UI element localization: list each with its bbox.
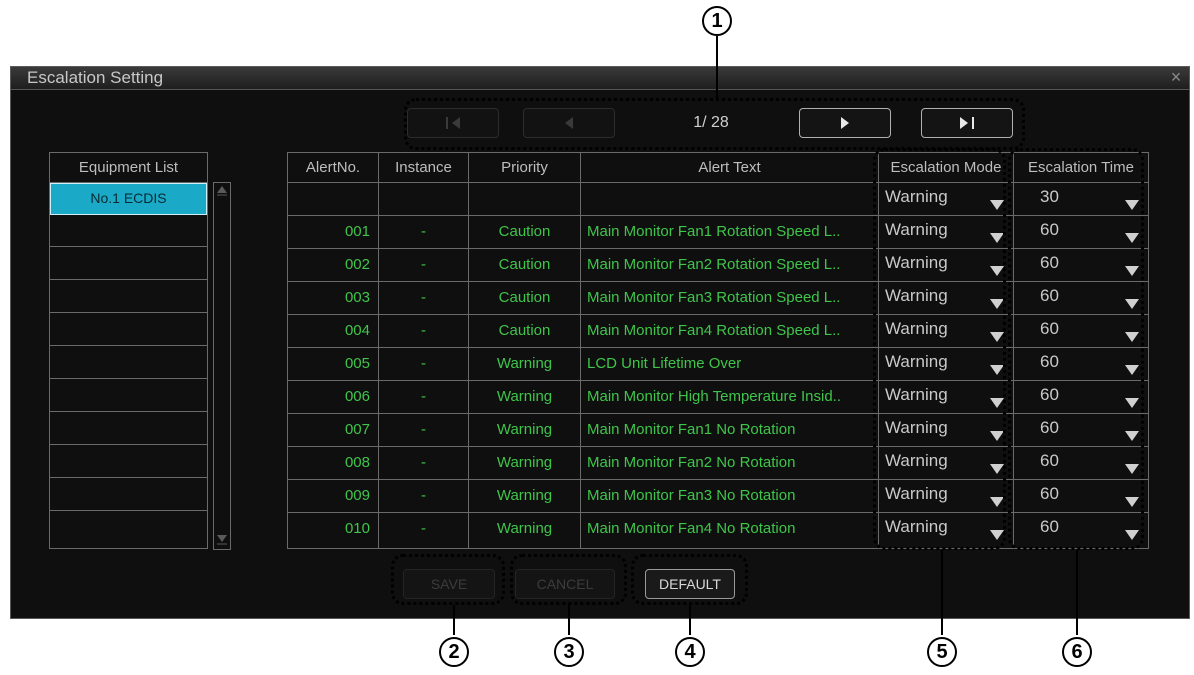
alert-text-cell: Main Monitor Fan1 Rotation Speed L.. <box>587 223 841 240</box>
callout-box-cancel <box>510 554 627 605</box>
column-header-instance: Instance <box>395 159 452 176</box>
instance-cell <box>379 183 468 215</box>
priority-cell: Warning <box>496 388 553 405</box>
equipment-item[interactable] <box>50 512 207 544</box>
column-header-alert-no: AlertNo. <box>305 159 361 176</box>
equipment-item[interactable] <box>50 413 207 445</box>
equipment-item[interactable] <box>50 380 207 412</box>
equipment-item[interactable]: No.1 ECDIS <box>50 183 207 215</box>
alert-no-cell: 005 <box>344 355 370 372</box>
priority-cell: Warning <box>496 421 553 438</box>
scrollbar-arrows <box>217 186 227 545</box>
alert-text-cell: Main Monitor High Temperature Insid.. <box>587 388 842 405</box>
alert-text-cell: Main Monitor Fan1 No Rotation <box>587 421 796 438</box>
alert-no-cell: 001 <box>344 223 370 240</box>
callout-number-5: 5 <box>927 637 957 667</box>
alert-text-cell: Main Monitor Fan2 Rotation Speed L.. <box>587 256 841 273</box>
equipment-item[interactable] <box>50 314 207 346</box>
callout-box-save <box>391 554 505 605</box>
callout-number-2: 2 <box>439 637 469 667</box>
callout-number-4: 4 <box>675 637 705 667</box>
alert-no-cell: 003 <box>344 289 370 306</box>
callout-box-escalation-time <box>1008 148 1144 550</box>
instance-cell: - <box>421 388 426 405</box>
equipment-item[interactable] <box>50 347 207 379</box>
alert-no-cell: 008 <box>344 454 370 471</box>
alert-text-cell: Main Monitor Fan4 Rotation Speed L.. <box>587 322 841 339</box>
equipment-scrollbar[interactable] <box>213 182 231 550</box>
column-header-priority: Priority <box>501 159 548 176</box>
equipment-item[interactable] <box>50 248 207 280</box>
callout-box-escalation-mode <box>873 148 1006 550</box>
equipment-item[interactable] <box>50 281 207 313</box>
priority-cell: Warning <box>496 355 553 372</box>
instance-cell: - <box>421 520 426 537</box>
callout-number-1: 1 <box>702 6 732 36</box>
alert-text-cell <box>581 183 877 215</box>
alert-no-cell: 002 <box>344 256 370 273</box>
equipment-list: Equipment List No.1 ECDIS <box>49 152 208 549</box>
priority-cell: Warning <box>496 454 553 471</box>
instance-cell: - <box>421 256 426 273</box>
alert-text-cell: LCD Unit Lifetime Over <box>587 355 742 372</box>
instance-cell: - <box>421 421 426 438</box>
instance-cell: - <box>421 355 426 372</box>
alert-no-cell <box>288 183 378 215</box>
title-bar: Escalation Setting × <box>11 67 1189 90</box>
priority-cell: Caution <box>498 223 551 240</box>
equipment-item[interactable] <box>50 446 207 478</box>
alert-no-cell: 004 <box>344 322 370 339</box>
equipment-list-header: Equipment List <box>50 153 207 183</box>
priority-cell: Warning <box>496 487 553 504</box>
callout-box-default <box>631 554 748 605</box>
window-title: Escalation Setting <box>27 68 164 87</box>
priority-cell <box>469 183 580 215</box>
instance-cell: - <box>421 289 426 306</box>
callout-number-6: 6 <box>1062 637 1092 667</box>
priority-cell: Caution <box>498 322 551 339</box>
instance-cell: - <box>421 322 426 339</box>
equipment-item-label: No.1 ECDIS <box>90 190 167 206</box>
alert-no-cell: 009 <box>344 487 370 504</box>
close-icon[interactable]: × <box>1167 66 1185 88</box>
priority-cell: Warning <box>496 520 553 537</box>
callout-number-3: 3 <box>554 637 584 667</box>
alert-text-cell: Main Monitor Fan4 No Rotation <box>587 520 796 537</box>
equipment-item[interactable] <box>50 479 207 511</box>
instance-cell: - <box>421 223 426 240</box>
column-header-alert-text: Alert Text <box>698 159 761 176</box>
priority-cell: Caution <box>498 289 551 306</box>
alert-no-cell: 007 <box>344 421 370 438</box>
alert-text-cell: Main Monitor Fan3 Rotation Speed L.. <box>587 289 841 306</box>
priority-cell: Caution <box>498 256 551 273</box>
equipment-item[interactable] <box>50 215 207 247</box>
alert-text-cell: Main Monitor Fan2 No Rotation <box>587 454 796 471</box>
alert-no-cell: 010 <box>344 520 370 537</box>
callout-box-pager <box>404 98 1025 150</box>
instance-cell: - <box>421 487 426 504</box>
alert-text-cell: Main Monitor Fan3 No Rotation <box>587 487 796 504</box>
instance-cell: - <box>421 454 426 471</box>
alert-no-cell: 006 <box>344 388 370 405</box>
